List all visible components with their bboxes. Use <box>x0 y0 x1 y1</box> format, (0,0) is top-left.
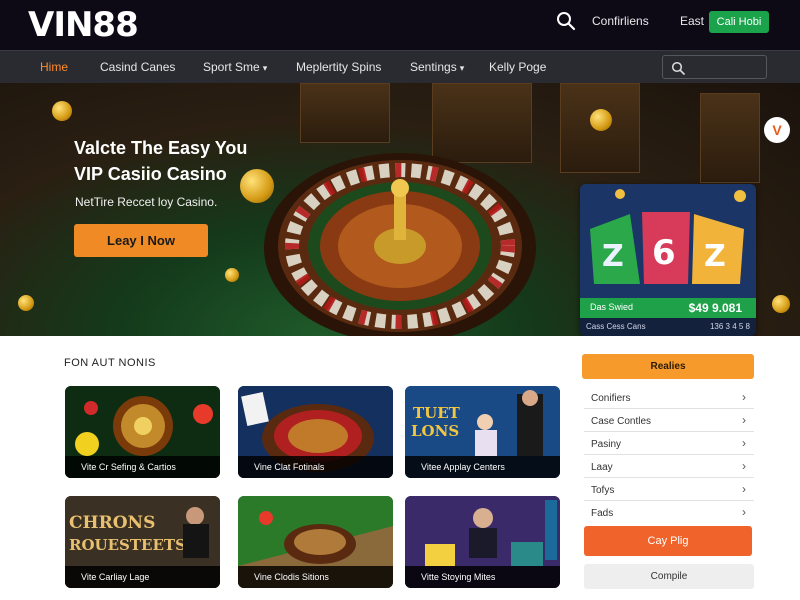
main-nav: Hime Casind Canes Sport Sme ▾ Meplertity … <box>0 50 800 83</box>
svg-text:LONS: LONS <box>411 422 459 440</box>
chevron-down-icon: ▾ <box>262 63 268 73</box>
hero-subtitle: NetTire Reccet loy Casino. <box>75 195 218 209</box>
game-tile[interactable]: Vitte Stoying Mites <box>405 496 560 588</box>
game-tile[interactable]: CHRONS ROUESTEETS Vite Carliay Lage <box>65 496 220 588</box>
hero-title: Valcte The Easy You VIP Casiio Casino <box>74 135 274 187</box>
sidebar-item[interactable]: Fads › <box>584 501 754 524</box>
nav-item-home[interactable]: Hime <box>40 60 68 74</box>
game-tile[interactable]: Vine Clodis Sitions <box>238 496 393 588</box>
game-tile[interactable]: Vine Clat Fotinals <box>238 386 393 478</box>
site-logo[interactable]: VIN88 <box>28 5 139 45</box>
nav-search-input[interactable] <box>662 55 767 79</box>
nav-item-label: Casind Canes <box>100 60 176 74</box>
svg-text:CHRONS: CHRONS <box>69 513 155 533</box>
promo-amount: $49 9.081 <box>688 301 742 315</box>
sidebar-item-label: Pasiny <box>591 439 622 450</box>
nav-item-label: Sentings <box>410 60 457 74</box>
chevron-right-icon: › <box>742 505 746 519</box>
promo-jackpot-bar: Das Swied $49 9.081 <box>580 298 756 318</box>
coin-decoration <box>52 101 72 121</box>
brand-badge-icon[interactable]: V <box>764 117 790 143</box>
chevron-right-icon: › <box>742 390 746 404</box>
game-tile[interactable]: TUET LONS Vitee Applay Centers <box>405 386 560 478</box>
game-tile-label: Vite Cr Sefing & Cartios <box>65 456 220 478</box>
nav-item-label: Meplertity Spins <box>296 60 382 74</box>
bookshelf-decoration <box>700 93 760 183</box>
chevron-right-icon: › <box>742 459 746 473</box>
sidebar-item-label: Tofys <box>591 485 615 496</box>
svg-text:ROUESTEETS: ROUESTEETS <box>69 536 186 554</box>
chevron-right-icon: › <box>742 413 746 427</box>
sidebar-item[interactable]: Tofys › <box>584 478 754 501</box>
game-tile-label: Vite Carliay Lage <box>65 566 220 588</box>
svg-text:TUET: TUET <box>413 404 461 422</box>
chevron-right-icon: › <box>742 482 746 496</box>
bookshelf-decoration <box>300 83 390 143</box>
nav-item-settings[interactable]: Sentings ▾ <box>410 60 464 74</box>
sidebar-item[interactable]: Pasiny › <box>584 432 754 455</box>
nav-item-casino-games[interactable]: Casind Canes <box>100 60 175 74</box>
promo-label: Das Swied <box>590 302 634 312</box>
chevron-down-icon: ▾ <box>459 63 465 73</box>
promo-footer-left: Cass Cess Cans <box>586 322 646 331</box>
promo-footer: Cass Cess Cans 136 3 4 5 8 <box>580 318 756 336</box>
sidebar-item[interactable]: Case Contles › <box>584 409 754 432</box>
roulette-wheel-image <box>264 153 536 336</box>
game-tile-label: Vitee Applay Centers <box>405 456 560 478</box>
promo-slot-card[interactable]: Z 6 Z Das Swied $49 9.081 Cass Cess Cans… <box>580 184 756 336</box>
game-tile-label: Vitte Stoying Mites <box>405 566 560 588</box>
search-icon[interactable] <box>556 11 578 33</box>
section-title: FON AUT NONIS <box>64 357 156 369</box>
hero-title-line: Valcte The Easy You <box>74 138 248 158</box>
nav-item-label: Kelly Poge <box>489 60 547 74</box>
chevron-right-icon: › <box>742 436 746 450</box>
sidebar-item-label: Case Contles <box>591 416 652 427</box>
sidebar-header[interactable]: Realies <box>582 354 754 379</box>
promo-footer-right: 136 3 4 5 8 <box>709 322 750 331</box>
game-tile-label: Vine Clat Fotinals <box>238 456 393 478</box>
header-link-confirm[interactable]: Confirliens <box>592 14 649 28</box>
nav-item-sports[interactable]: Sport Sme ▾ <box>203 60 267 74</box>
header-link-east[interactable]: East <box>680 14 704 28</box>
coin-decoration <box>225 268 239 282</box>
sidebar-primary-button[interactable]: Cay Plig <box>584 526 752 556</box>
slot-machine-image: Z 6 Z <box>580 184 756 298</box>
coin-decoration <box>772 295 790 313</box>
header-cta-button[interactable]: Cali Hobi <box>709 11 769 33</box>
sidebar-item-label: Laay <box>591 462 613 473</box>
hero-banner: Valcte The Easy You VIP Casiio Casino Ne… <box>0 83 800 336</box>
nav-item-label: Sport Sme <box>203 60 260 74</box>
game-tile-label: Vine Clodis Sitions <box>238 566 393 588</box>
search-icon <box>671 61 685 75</box>
nav-item-label: Hime <box>40 60 69 74</box>
nav-item-page[interactable]: Kelly Poge <box>489 60 546 74</box>
svg-text:Z: Z <box>602 239 624 274</box>
svg-text:Z: Z <box>704 239 726 274</box>
sidebar-item[interactable]: Conifiers › <box>584 386 754 409</box>
sidebar-item[interactable]: Laay › <box>584 455 754 478</box>
sidebar-item-label: Fads <box>591 508 614 519</box>
game-tile[interactable]: Vite Cr Sefing & Cartios <box>65 386 220 478</box>
sidebar-secondary-button[interactable]: Compile <box>584 564 754 589</box>
coin-decoration <box>590 109 612 131</box>
svg-text:6: 6 <box>652 233 676 273</box>
top-bar: VIN88 Confirliens East Cali Hobi <box>0 0 800 50</box>
hero-play-button[interactable]: Leay I Now <box>74 224 208 257</box>
sidebar-item-label: Conifiers <box>591 393 631 404</box>
coin-decoration <box>18 295 34 311</box>
nav-item-spins[interactable]: Meplertity Spins <box>296 60 381 74</box>
hero-title-line: VIP Casiio Casino <box>74 164 227 184</box>
